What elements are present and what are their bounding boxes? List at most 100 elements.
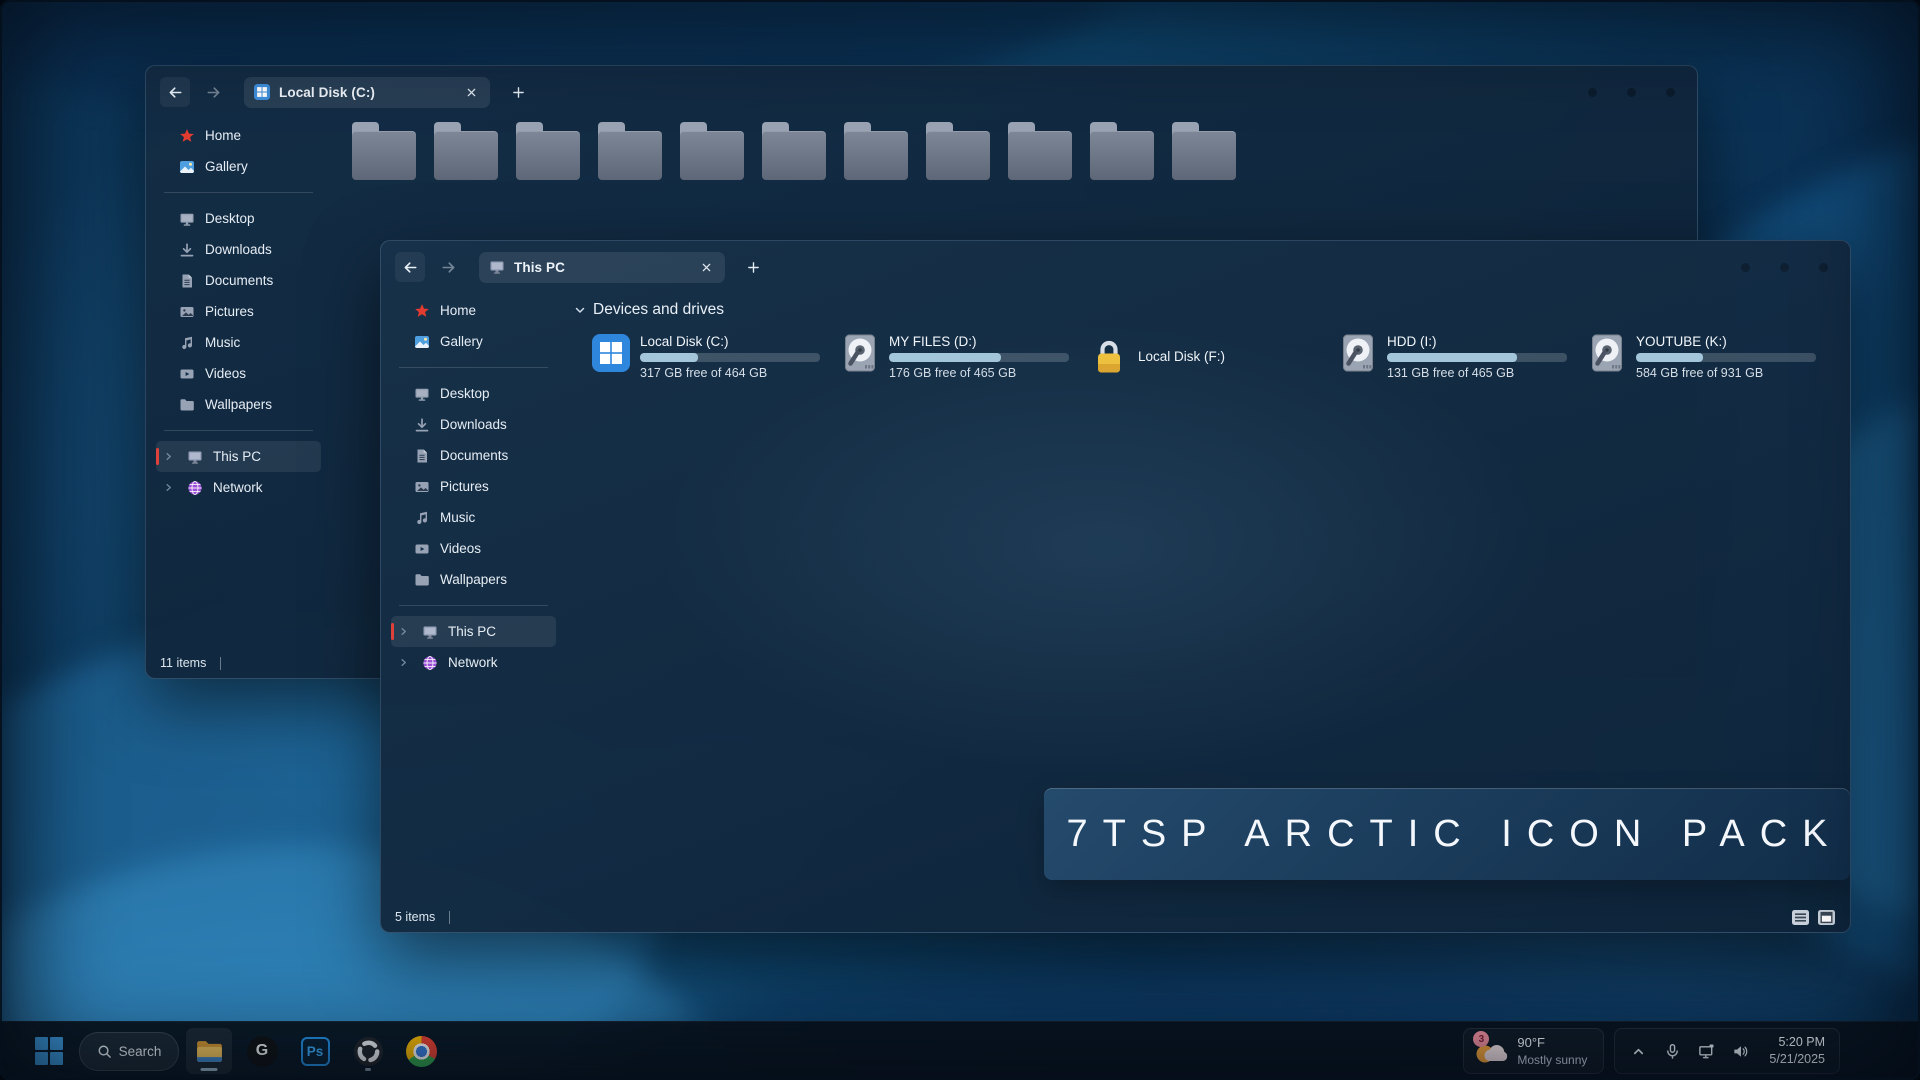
- back-button[interactable]: [160, 77, 190, 107]
- sidebar-item-home[interactable]: Home: [391, 295, 556, 326]
- thumbnail-view-button[interactable]: [1817, 909, 1836, 926]
- folder-icon[interactable]: [1090, 122, 1154, 180]
- taskbar-app-obs[interactable]: [345, 1028, 391, 1074]
- maximize-button[interactable]: [1627, 88, 1636, 97]
- taskbar-app-chrome[interactable]: [398, 1028, 444, 1074]
- sidebar-item-downloads[interactable]: Downloads: [156, 234, 321, 265]
- folder-icon[interactable]: [352, 122, 416, 180]
- weather-widget[interactable]: 3 90°F Mostly sunny: [1463, 1028, 1604, 1074]
- drive-hdd-i[interactable]: HDD (I:)131 GB free of 465 GB: [1338, 333, 1587, 380]
- sidebar-item-documents[interactable]: Documents: [156, 265, 321, 296]
- sidebar-item-desktop[interactable]: Desktop: [391, 378, 556, 409]
- minimize-button[interactable]: [1741, 263, 1750, 272]
- new-tab-button[interactable]: [739, 253, 767, 281]
- maximize-button[interactable]: [1780, 263, 1789, 272]
- sidebar-item-label: Home: [440, 303, 476, 318]
- folder-icon[interactable]: [598, 122, 662, 180]
- sidebar-item-pictures[interactable]: Pictures: [156, 296, 321, 327]
- sidebar-item-music[interactable]: Music: [391, 502, 556, 533]
- sidebar-item-wallpapers[interactable]: Wallpapers: [156, 389, 321, 420]
- titlebar[interactable]: Local Disk (C:): [146, 66, 1697, 118]
- drive-youtube-k[interactable]: YOUTUBE (K:)584 GB free of 931 GB: [1587, 333, 1836, 380]
- search-input[interactable]: Search: [79, 1032, 179, 1071]
- sidebar-item-this-pc[interactable]: This PC: [156, 441, 321, 472]
- close-tab-button[interactable]: [462, 83, 480, 101]
- drive-free-space: 176 GB free of 465 GB: [889, 366, 1069, 380]
- arrow-right-icon: [205, 84, 222, 101]
- taskbar-app-photoshop[interactable]: Ps: [292, 1028, 338, 1074]
- folder-icon: [413, 571, 430, 588]
- display-cast-button[interactable]: [1697, 1042, 1715, 1060]
- hdd-icon: [1338, 333, 1378, 373]
- sidebar-item-documents[interactable]: Documents: [391, 440, 556, 471]
- file-explorer-icon: [194, 1036, 225, 1067]
- drive-my-files-d[interactable]: MY FILES (D:)176 GB free of 465 GB: [840, 333, 1089, 380]
- tab-this-pc[interactable]: This PC: [479, 252, 725, 283]
- sidebar-item-wallpapers[interactable]: Wallpapers: [391, 564, 556, 595]
- close-window-button[interactable]: [1666, 88, 1675, 97]
- drive-local-disk-f[interactable]: Local Disk (F:): [1089, 333, 1338, 380]
- tab-local-disk-c[interactable]: Local Disk (C:): [244, 77, 490, 108]
- minimize-button[interactable]: [1588, 88, 1597, 97]
- new-tab-button[interactable]: [504, 78, 532, 106]
- window-controls: [1588, 66, 1675, 118]
- chevron-up-icon: [1630, 1043, 1647, 1060]
- sidebar-item-music[interactable]: Music: [156, 327, 321, 358]
- display-icon: [1698, 1043, 1715, 1060]
- sidebar-item-this-pc[interactable]: This PC: [391, 616, 556, 647]
- back-button[interactable]: [395, 252, 425, 282]
- section-devices-and-drives[interactable]: Devices and drives: [566, 293, 1850, 319]
- sidebar-item-network[interactable]: Network: [156, 472, 321, 503]
- microphone-button[interactable]: [1663, 1042, 1681, 1060]
- plus-icon: [512, 86, 525, 99]
- microphone-icon: [1664, 1043, 1681, 1060]
- sidebar-item-label: Documents: [440, 448, 508, 463]
- sidebar-item-label: This PC: [448, 624, 496, 639]
- folder-icon[interactable]: [762, 122, 826, 180]
- sidebar-item-home[interactable]: Home: [156, 120, 321, 151]
- arrow-left-icon: [167, 84, 184, 101]
- sidebar-item-network[interactable]: Network: [391, 647, 556, 678]
- documents-icon: [178, 272, 195, 289]
- tray-overflow-button[interactable]: [1629, 1042, 1647, 1060]
- taskbar-app-logitech-g[interactable]: G: [239, 1028, 285, 1074]
- folder-icon[interactable]: [1172, 122, 1236, 180]
- forward-button[interactable]: [433, 252, 463, 282]
- sidebar-item-videos[interactable]: Videos: [156, 358, 321, 389]
- chevron-right-icon[interactable]: [395, 655, 411, 671]
- desktop-icon: [178, 210, 195, 227]
- sidebar-item-label: Network: [213, 480, 263, 495]
- chevron-right-icon[interactable]: [395, 624, 411, 640]
- folder-icon[interactable]: [926, 122, 990, 180]
- folder-icon[interactable]: [434, 122, 498, 180]
- sidebar-item-pictures[interactable]: Pictures: [391, 471, 556, 502]
- close-window-button[interactable]: [1819, 263, 1828, 272]
- chevron-down-icon: [574, 304, 586, 316]
- taskbar-app-file-explorer[interactable]: [186, 1028, 232, 1074]
- sidebar-item-gallery[interactable]: Gallery: [156, 151, 321, 182]
- sidebar-item-desktop[interactable]: Desktop: [156, 203, 321, 234]
- details-view-button[interactable]: [1791, 909, 1810, 926]
- sidebar-item-downloads[interactable]: Downloads: [391, 409, 556, 440]
- close-tab-button[interactable]: [697, 258, 715, 276]
- folder-icon[interactable]: [844, 122, 908, 180]
- titlebar[interactable]: This PC: [381, 241, 1850, 293]
- sidebar-item-videos[interactable]: Videos: [391, 533, 556, 564]
- clock[interactable]: 5:20 PM 5/21/2025: [1769, 1034, 1825, 1069]
- forward-button[interactable]: [198, 77, 228, 107]
- folder-icon[interactable]: [1008, 122, 1072, 180]
- music-icon: [413, 509, 430, 526]
- sidebar-item-label: Pictures: [440, 479, 489, 494]
- chevron-right-icon[interactable]: [160, 449, 176, 465]
- windows-logo-icon: [35, 1037, 63, 1065]
- start-button[interactable]: [26, 1028, 72, 1074]
- drive-usage-bar: [1636, 353, 1816, 362]
- chevron-right-icon[interactable]: [160, 480, 176, 496]
- sidebar-separator: [399, 367, 548, 368]
- sidebar-item-label: Music: [205, 335, 240, 350]
- sidebar-item-gallery[interactable]: Gallery: [391, 326, 556, 357]
- volume-button[interactable]: [1731, 1042, 1749, 1060]
- drive-local-disk-c[interactable]: Local Disk (C:)317 GB free of 464 GB: [591, 333, 840, 380]
- folder-icon[interactable]: [680, 122, 744, 180]
- folder-icon[interactable]: [516, 122, 580, 180]
